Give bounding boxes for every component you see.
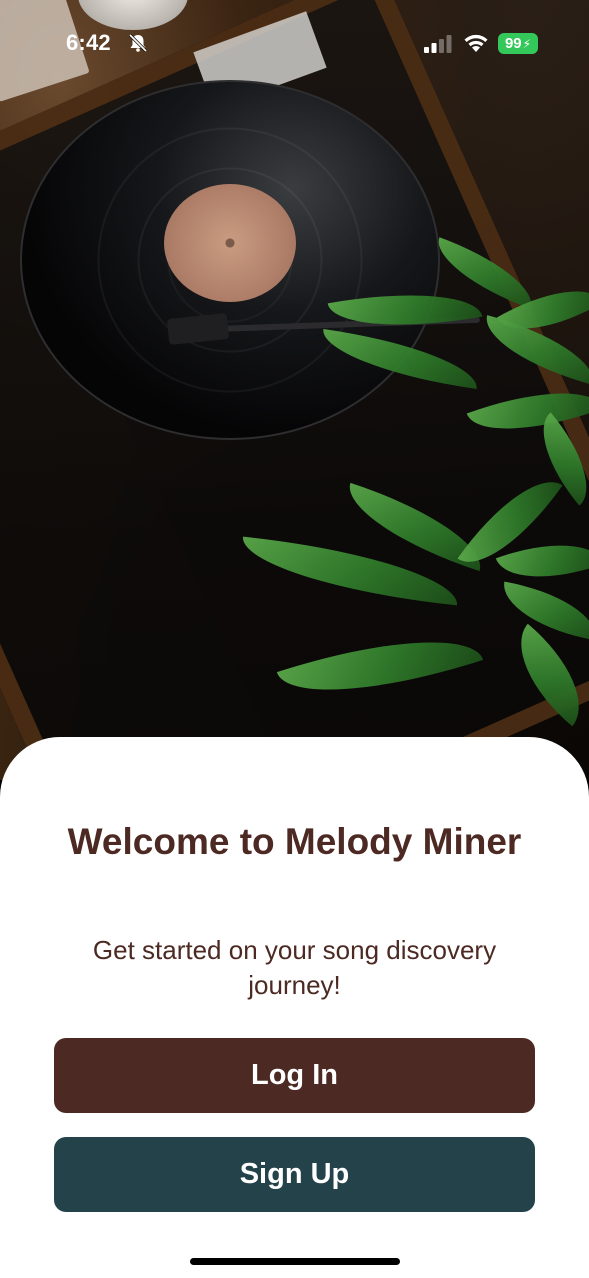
hero-photo bbox=[0, 0, 589, 780]
battery-charging-icon: 99 ⚡ bbox=[498, 33, 538, 54]
page-subtitle: Get started on your song discovery journ… bbox=[92, 935, 497, 1000]
status-bar: 6:42 99 ⚡ bbox=[0, 0, 589, 90]
home-indicator[interactable] bbox=[190, 1258, 400, 1265]
status-time: 6:42 bbox=[66, 30, 111, 55]
welcome-screen: 6:42 99 ⚡ Welcome to Melody Miner Get st… bbox=[0, 0, 589, 1278]
cellular-signal-icon bbox=[424, 35, 452, 53]
bolt-icon: ⚡ bbox=[522, 36, 532, 51]
login-button[interactable]: Log In bbox=[54, 1038, 535, 1113]
bell-slash-icon bbox=[128, 34, 148, 52]
record-label bbox=[164, 184, 296, 302]
page-title: Welcome to Melody Miner bbox=[67, 821, 522, 862]
welcome-sheet: Welcome to Melody Miner Get started on y… bbox=[0, 737, 589, 1278]
battery-level: 99 bbox=[504, 35, 522, 52]
wifi-icon bbox=[464, 34, 488, 52]
signup-button[interactable]: Sign Up bbox=[54, 1137, 535, 1212]
